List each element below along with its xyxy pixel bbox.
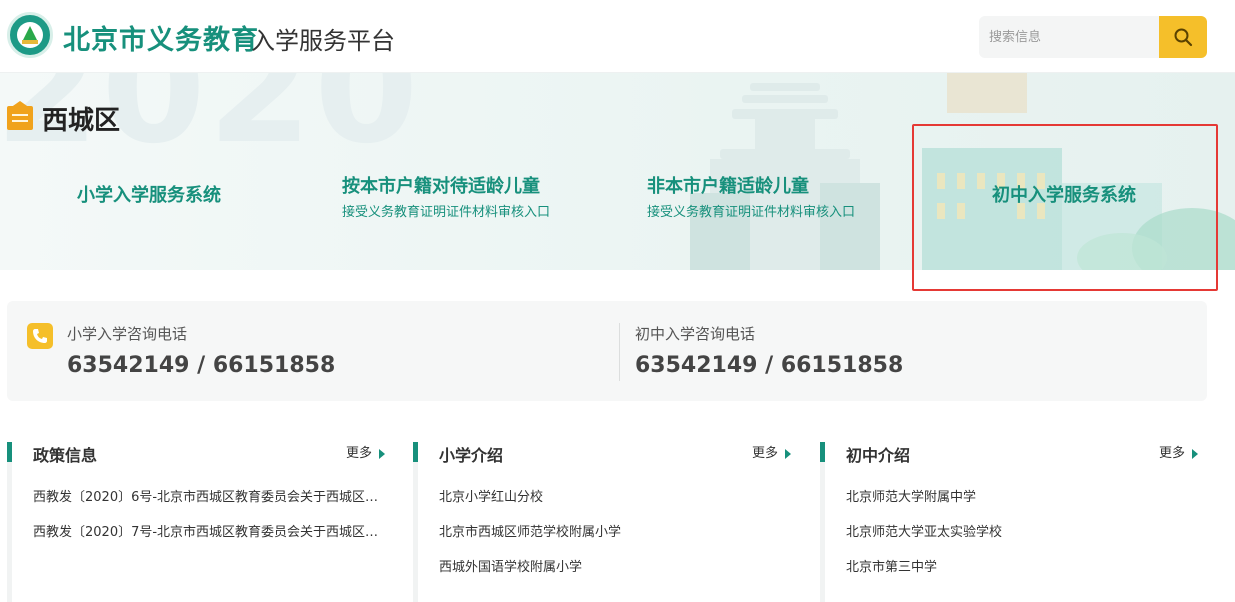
- service-title: 非本市户籍适龄儿童: [647, 176, 809, 197]
- list-item[interactable]: 西教发〔2020〕6号-北京市西城区教育委员会关于西城区2020年义务教育阶段入…: [33, 486, 385, 505]
- phone-icon: [27, 323, 53, 349]
- highlight-box: [912, 124, 1218, 291]
- section-title: 政策信息: [33, 446, 98, 465]
- triangle-right-icon: [1192, 448, 1198, 459]
- service-subtitle: 接受义务教育证明证件材料审核入口: [342, 205, 551, 220]
- middle-phone-number: 63542149 / 66151858: [635, 353, 904, 378]
- divider: [619, 323, 620, 381]
- consult-phone-panel: 小学入学咨询电话 63542149 / 66151858 初中入学咨询电话 63…: [7, 301, 1207, 401]
- section-title: 初中介绍: [846, 446, 911, 465]
- list-item[interactable]: 北京小学红山分校: [439, 486, 791, 505]
- service-title: 按本市户籍对待适龄儿童: [342, 176, 540, 197]
- list-item[interactable]: 西教发〔2020〕7号-北京市西城区教育委员会关于西城区2020年义务教育阶段入…: [33, 521, 385, 540]
- section-marker: [7, 442, 12, 462]
- section-marker: [413, 442, 418, 462]
- primary-phone-label: 小学入学咨询电话: [67, 325, 188, 343]
- site-header: 北京市义务教育 入学服务平台: [0, 0, 1235, 73]
- search-input[interactable]: [979, 16, 1159, 58]
- primary-school-intro-section: 小学介绍 更多 北京小学红山分校 北京市西城区师范学校附属小学 西城外国语学校附…: [413, 440, 793, 602]
- school-emblem-icon[interactable]: [7, 12, 53, 58]
- site-title[interactable]: 北京市义务教育: [63, 18, 259, 57]
- list-item[interactable]: 北京师范大学亚太实验学校: [846, 521, 1198, 540]
- search-button[interactable]: [1159, 16, 1207, 58]
- middle-school-service-link[interactable]: 初中入学服务系统: [992, 181, 1136, 207]
- service-title: 初中入学服务系统: [992, 185, 1136, 206]
- nonlocal-hukou-review-link[interactable]: 非本市户籍适龄儿童 接受义务教育证明证件材料审核入口: [647, 172, 855, 220]
- middle-phone-label: 初中入学咨询电话: [635, 325, 756, 343]
- middle-school-intro-section: 初中介绍 更多 北京师范大学附属中学 北京师范大学亚太实验学校 北京市第三中学: [820, 440, 1200, 602]
- service-subtitle: 接受义务教育证明证件材料审核入口: [647, 205, 856, 220]
- primary-school-service-link[interactable]: 小学入学服务系统: [77, 181, 221, 207]
- local-hukou-review-link[interactable]: 按本市户籍对待适龄儿童 接受义务教育证明证件材料审核入口: [342, 172, 550, 220]
- section-marker: [820, 442, 825, 462]
- section-title: 小学介绍: [439, 446, 504, 465]
- search-icon: [1174, 28, 1193, 47]
- triangle-right-icon: [785, 448, 791, 459]
- district-name: 西城区: [42, 106, 121, 136]
- list-item[interactable]: 西城外国语学校附属小学: [439, 556, 791, 575]
- policy-info-section: 政策信息 更多 西教发〔2020〕6号-北京市西城区教育委员会关于西城区2020…: [7, 440, 387, 602]
- list-item[interactable]: 北京师范大学附属中学: [846, 486, 1198, 505]
- list-item[interactable]: 北京市第三中学: [846, 556, 1198, 575]
- list-item[interactable]: 北京市西城区师范学校附属小学: [439, 521, 791, 540]
- district-building-icon: [7, 101, 33, 130]
- more-link[interactable]: 更多: [752, 442, 791, 461]
- primary-phone-number: 63542149 / 66151858: [67, 353, 336, 378]
- more-link[interactable]: 更多: [1159, 442, 1198, 461]
- more-link[interactable]: 更多: [346, 442, 385, 461]
- service-title: 小学入学服务系统: [77, 185, 221, 206]
- triangle-right-icon: [379, 448, 385, 459]
- site-subtitle: 入学服务平台: [251, 27, 395, 55]
